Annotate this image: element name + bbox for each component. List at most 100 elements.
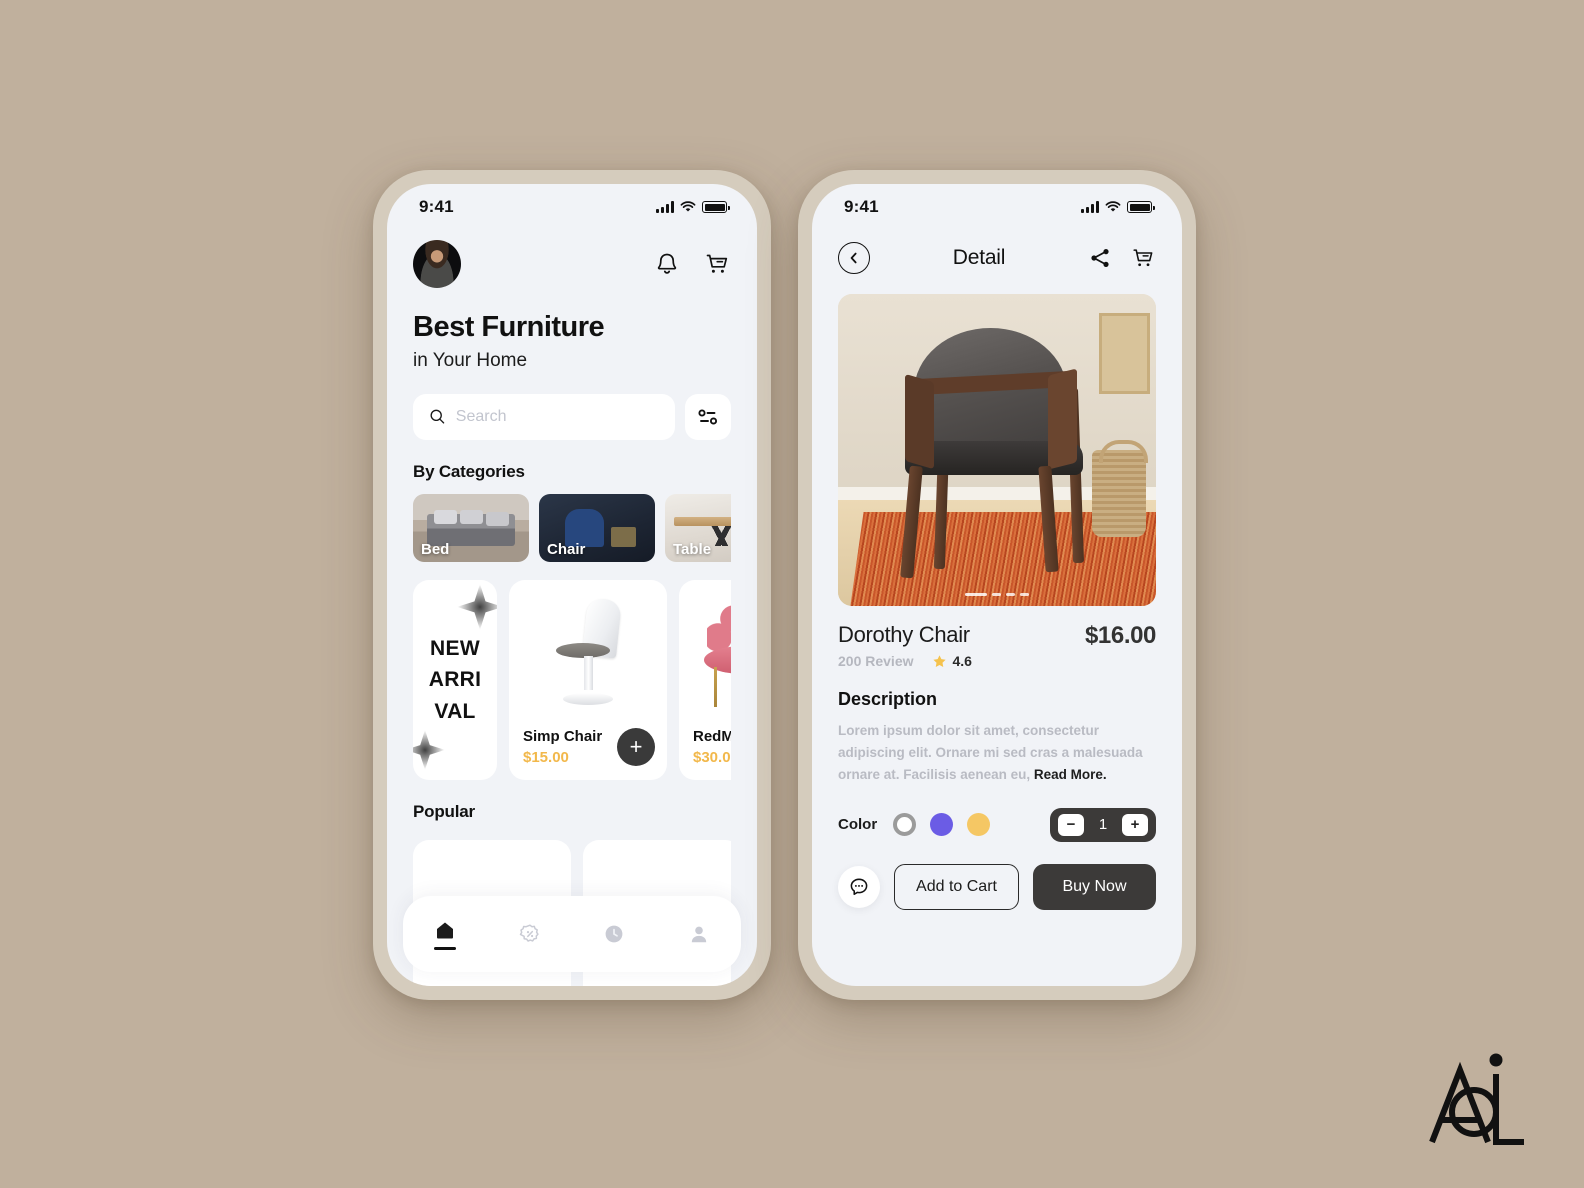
add-to-cart-button[interactable]: Add to Cart — [894, 863, 1019, 910]
product-price: $15.00 — [523, 748, 569, 766]
detail-header: Detail — [838, 242, 1156, 274]
carousel-dots — [838, 593, 1156, 596]
description-body: Lorem ipsum dolor sit amet, consectetur … — [838, 720, 1156, 786]
quantity-decrease-button[interactable]: − — [1058, 813, 1084, 836]
carousel-dot-active[interactable] — [965, 593, 987, 596]
watermark-logo — [1429, 1053, 1524, 1145]
quantity-increase-button[interactable]: + — [1122, 813, 1148, 836]
description-title: Description — [838, 689, 938, 709]
search-box[interactable] — [413, 393, 675, 440]
product-price: $30.00 — [693, 748, 731, 766]
category-label: Table — [673, 540, 712, 558]
phone-home: 9:41 Best Furniture in Your Home Search … — [373, 170, 771, 1000]
new-arrival-text: NEW ARRI VAL — [429, 633, 482, 728]
product-price: $16.00 — [1084, 622, 1156, 649]
product-meta: RedMO Chair $30.00 — [693, 728, 731, 766]
cart-icon[interactable] — [1130, 245, 1156, 271]
category-label: Bed — [421, 540, 450, 558]
nav-item-home[interactable] — [417, 918, 473, 950]
avatar[interactable] — [413, 240, 461, 288]
status-time: 9:41 — [419, 197, 454, 216]
detail-screen: 9:41 Detail Dorothy Chair 200 Review 4.6… — [812, 184, 1182, 986]
quantity-stepper: − 1 + — [1050, 807, 1156, 842]
color-swatches — [893, 813, 991, 837]
phone-detail: 9:41 Detail Dorothy Chair 200 Review 4.6… — [798, 170, 1196, 1000]
product-card-simp-chair[interactable]: Simp Chair $15.00 + — [509, 579, 667, 780]
color-and-quantity: Color − 1 + — [838, 807, 1156, 842]
home-screen: 9:41 Best Furniture in Your Home Search … — [387, 184, 757, 986]
product-image-carousel[interactable] — [838, 294, 1156, 606]
person-icon — [691, 926, 706, 943]
chat-icon — [850, 878, 868, 895]
home-topbar — [413, 240, 731, 288]
wifi-icon — [680, 201, 696, 212]
discount-icon — [519, 924, 539, 942]
search-input[interactable] — [455, 407, 659, 426]
category-label: Chair — [547, 540, 586, 558]
nav-item-offers[interactable] — [502, 922, 558, 946]
add-to-cart-button[interactable]: + — [617, 727, 655, 766]
product-meta: 200 Review 4.6 — [838, 653, 972, 669]
bottom-nav — [403, 896, 741, 972]
chair-armrest — [904, 374, 934, 470]
hero-heading: Best Furniture in Your Home — [413, 311, 731, 372]
category-chair[interactable]: Chair — [539, 493, 655, 562]
search-row — [413, 393, 731, 440]
nav-item-history[interactable] — [586, 922, 642, 946]
bell-icon[interactable] — [653, 250, 681, 278]
carousel-dot[interactable] — [992, 593, 1001, 596]
read-more-link[interactable]: Read More. — [1034, 767, 1107, 782]
sparkle-icon — [413, 729, 445, 770]
new-arrival-line: NEW — [430, 636, 480, 660]
back-button[interactable] — [838, 242, 870, 274]
color-swatch-white[interactable] — [893, 813, 917, 837]
search-icon — [430, 410, 445, 424]
color-swatch-purple[interactable] — [930, 813, 954, 837]
chat-button[interactable] — [838, 865, 880, 908]
new-arrival-banner[interactable]: NEW ARRI VAL — [413, 579, 497, 780]
rating-value: 4.6 — [952, 653, 972, 669]
product-image — [509, 594, 667, 712]
detail-action-bar: Add to Cart Buy Now — [838, 863, 1156, 910]
battery-icon — [1127, 201, 1155, 213]
review-count: 200 Review — [838, 653, 914, 669]
product-name: Dorothy Chair — [838, 622, 970, 647]
product-meta: Simp Chair $15.00 — [523, 728, 602, 766]
carousel-dot[interactable] — [1020, 593, 1029, 596]
clock-icon — [605, 925, 623, 943]
product-card-redmo-chair[interactable]: RedMO Chair $30.00 — [679, 579, 731, 780]
signal-icon — [1081, 201, 1099, 213]
share-icon[interactable] — [1088, 246, 1112, 270]
back-icon — [850, 252, 857, 264]
status-time: 9:41 — [844, 197, 879, 216]
color-label: Color — [838, 816, 878, 834]
rating: 4.6 — [932, 653, 972, 669]
page-title: Detail — [952, 246, 1006, 269]
battery-icon — [702, 201, 730, 213]
category-bed[interactable]: Bed — [413, 493, 529, 562]
signal-icon — [656, 201, 674, 213]
new-arrival-line: VAL — [434, 699, 476, 723]
status-bar: 9:41 — [812, 184, 1182, 224]
product-image — [679, 594, 731, 712]
scene-shelf — [1098, 312, 1150, 394]
buy-now-button[interactable]: Buy Now — [1033, 863, 1156, 910]
home-icon — [437, 922, 454, 939]
product-name: RedMO Chair — [693, 727, 731, 745]
quantity-value: 1 — [1098, 816, 1108, 834]
nav-item-profile[interactable] — [671, 922, 727, 946]
product-name: Simp Chair — [523, 727, 603, 745]
category-table[interactable]: Table — [665, 493, 731, 562]
color-swatch-amber[interactable] — [967, 813, 991, 837]
wifi-icon — [1105, 201, 1121, 212]
filter-icon — [698, 409, 718, 425]
cart-icon[interactable] — [703, 250, 731, 278]
detail-actions — [1088, 245, 1156, 271]
star-icon — [932, 654, 946, 667]
nav-active-indicator — [434, 947, 457, 950]
categories-list: Bed Chair Table — [413, 493, 731, 562]
chair-armrest — [1047, 368, 1077, 470]
status-icons — [1081, 201, 1155, 213]
carousel-dot[interactable] — [1006, 593, 1015, 596]
filter-button[interactable] — [685, 393, 731, 440]
